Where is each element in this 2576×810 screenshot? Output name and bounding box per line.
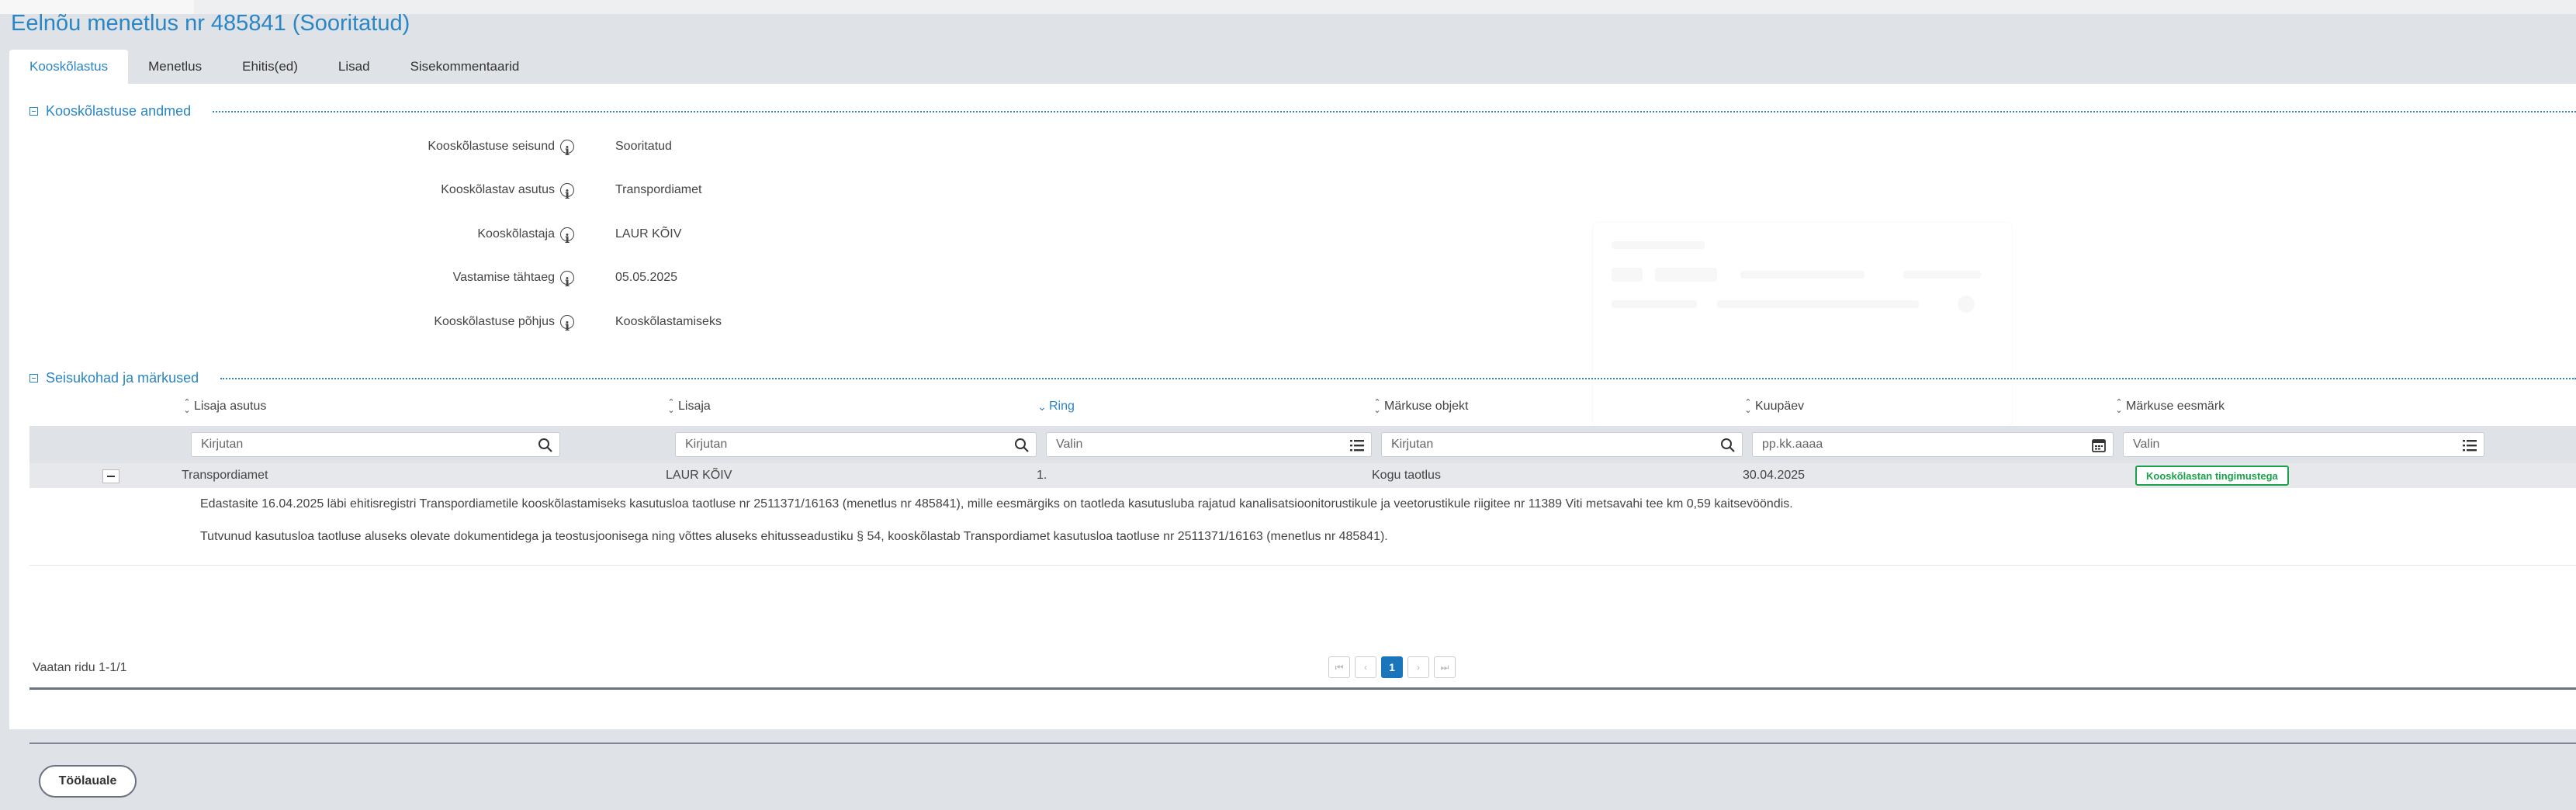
filter-object <box>1381 432 1743 457</box>
collapse-approval-icon[interactable] <box>29 106 38 116</box>
table-row: Transpordiamet LAUR KÕIV 1. Kogu taotlus… <box>29 463 2576 488</box>
calendar-icon[interactable] <box>2091 438 2107 453</box>
filter-purpose <box>2123 432 2484 457</box>
field-value-deadline: 05.05.2025 <box>615 271 678 284</box>
tab-ehitised[interactable]: Ehitis(ed) <box>222 50 318 84</box>
list-icon[interactable] <box>2462 438 2477 453</box>
tab-sisekommentaarid[interactable]: Sisekommentaarid <box>390 50 540 84</box>
approval-section-title: Kooskõlastuse andmed <box>46 102 192 119</box>
field-row-deadline: Vastamise tähtaeg i 05.05.2025 <box>9 267 940 289</box>
table-bottom-divider <box>29 687 2576 690</box>
column-header-author[interactable]: ⌃ ⌄ Lisaja <box>666 396 710 417</box>
filter-agency-input[interactable] <box>192 433 496 456</box>
info-icon[interactable]: i <box>560 183 574 202</box>
search-icon[interactable] <box>1720 438 1736 453</box>
prev-page-icon[interactable]: ‹ <box>1355 656 1376 678</box>
column-header-agency[interactable]: ⌃ ⌄ Lisaja asutus <box>182 396 266 417</box>
tab-lisad[interactable]: Lisad <box>318 50 390 84</box>
status-badge: Kooskõlastan tingimustega <box>2135 466 2289 486</box>
filter-row <box>29 426 2576 463</box>
column-header-round[interactable]: ⌄ Ring <box>1037 396 1075 417</box>
remark-detail-text: Tutvunud kasutusloa taotluse aluseks ole… <box>200 530 1388 543</box>
field-row-status: Kooskõlastuse seisund i Sooritatud <box>9 136 940 158</box>
filter-round-select[interactable] <box>1047 433 1316 456</box>
cell-author: LAUR KÕIV <box>666 469 732 482</box>
page-button[interactable]: 1 <box>1381 656 1403 678</box>
field-label: Kooskõlastav asutus <box>441 183 555 196</box>
field-label: Kooskõlastuse põhjus <box>434 315 555 328</box>
sort-desc-icon: ⌄ <box>1037 400 1047 413</box>
search-icon[interactable] <box>1014 438 1030 453</box>
remarks-section-header: Seisukohad ja märkused <box>29 369 199 386</box>
info-icon[interactable]: i <box>560 140 574 158</box>
field-row-agency: Kooskõlastav asutus i Transpordiamet <box>9 179 940 202</box>
field-label: Vastamise tähtaeg <box>452 271 555 284</box>
info-icon[interactable]: i <box>560 227 574 246</box>
first-page-icon[interactable]: ⏮ <box>1328 656 1350 678</box>
field-row-approver: Kooskõlastaja i LAUR KÕIV <box>9 223 940 246</box>
filter-date <box>1752 432 2114 457</box>
filter-object-input[interactable] <box>1382 433 1680 456</box>
collapse-row-button[interactable] <box>102 469 119 483</box>
cell-object: Kogu taotlus <box>1372 469 1441 482</box>
content-panel: Kooskõlastuse andmed Kooskõlastuse seisu… <box>9 84 2576 798</box>
sort-icon: ⌃ ⌄ <box>1373 397 1381 415</box>
info-icon[interactable]: i <box>560 271 574 289</box>
next-page-icon[interactable]: › <box>1407 656 1429 678</box>
sort-icon: ⌃ ⌄ <box>1744 397 1752 415</box>
page-title: Eelnõu menetlus nr 485841 (Sooritatud) <box>11 11 410 36</box>
sort-icon: ⌃ ⌄ <box>183 397 191 415</box>
remark-detail-text: Edastasite 16.04.2025 läbi ehitisregistr… <box>200 497 1793 511</box>
section-divider <box>220 378 2576 379</box>
filter-round <box>1046 432 1372 457</box>
field-row-reason: Kooskõlastuse põhjus i Kooskõlastamiseks <box>9 311 940 334</box>
field-value-reason: Kooskõlastamiseks <box>615 315 722 328</box>
tab-menetlus[interactable]: Menetlus <box>128 50 222 84</box>
field-value-agency: Transpordiamet <box>615 183 702 196</box>
sort-icon: ⌃ ⌄ <box>667 397 675 415</box>
last-page-icon[interactable]: ⏭ <box>1434 656 1456 678</box>
approval-section-header: Kooskõlastuse andmed <box>29 102 191 119</box>
cell-date: 30.04.2025 <box>1743 469 1806 482</box>
footer-divider <box>29 742 2576 744</box>
remarks-section-title: Seisukohad ja märkused <box>46 369 199 386</box>
sort-icon: ⌃ ⌄ <box>2115 397 2123 415</box>
info-icon[interactable]: i <box>560 315 574 334</box>
pager-summary: Vaatan ridu 1-1/1 <box>33 661 127 674</box>
list-icon[interactable] <box>1349 438 1365 453</box>
cell-round: 1. <box>1037 469 1047 482</box>
section-divider <box>213 111 2576 112</box>
filter-date-input[interactable] <box>1753 433 2051 456</box>
tab-bar: Kooskõlastus Menetlus Ehitis(ed) Lisad S… <box>9 50 539 84</box>
back-to-desk-button[interactable]: Töölauale <box>39 765 137 798</box>
filter-purpose-select[interactable] <box>2124 433 2422 456</box>
field-value-approver: LAUR KÕIV <box>615 227 682 241</box>
column-header-object[interactable]: ⌃ ⌄ Märkuse objekt <box>1372 396 1468 417</box>
tab-kooskolastus[interactable]: Kooskõlastus <box>9 50 129 84</box>
pagination: ⏮ ‹ 1 › ⏭ <box>1328 656 1456 678</box>
column-header-date[interactable]: ⌃ ⌄ Kuupäev <box>1743 396 1804 417</box>
filter-author <box>675 432 1037 457</box>
field-label: Kooskõlastuse seisund <box>428 140 555 153</box>
collapse-remarks-icon[interactable] <box>29 373 38 382</box>
cell-agency: Transpordiamet <box>182 469 268 482</box>
field-label: Kooskõlastaja <box>477 227 555 241</box>
filter-author-input[interactable] <box>676 433 974 456</box>
row-divider <box>29 565 2576 566</box>
search-icon[interactable] <box>538 438 553 453</box>
filter-agency <box>191 432 560 457</box>
column-header-purpose[interactable]: ⌃ ⌄ Märkuse eesmärk <box>2114 396 2225 417</box>
field-value-status: Sooritatud <box>615 140 672 153</box>
